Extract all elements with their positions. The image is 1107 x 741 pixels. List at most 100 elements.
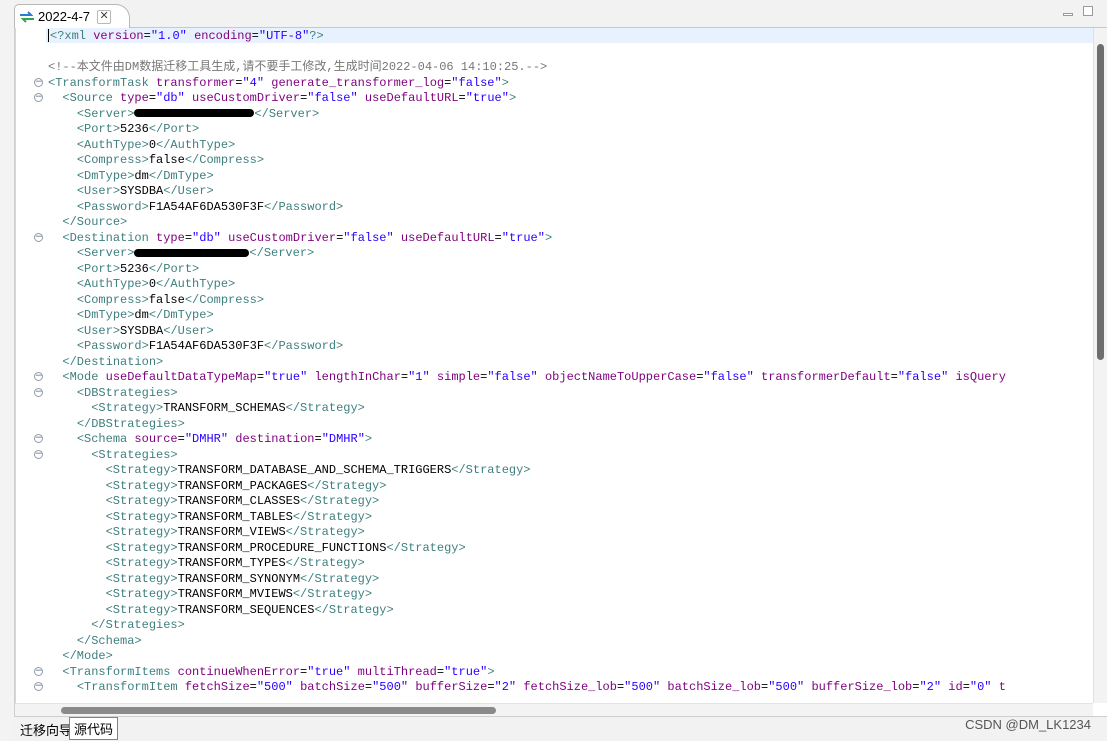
fold-toggle-icon[interactable]: −: [34, 434, 43, 443]
code-token: <Password>: [76, 339, 149, 353]
left-border: [0, 0, 15, 741]
code-token: "true": [444, 664, 488, 679]
code-token: destination: [235, 432, 315, 446]
fold-toggle-icon[interactable]: −: [34, 372, 43, 381]
code-text: <Mode useDefaultDataTypeMap="true" lengt…: [48, 370, 1006, 386]
code-token: TRANSFORM_CLASSES: [177, 494, 301, 508]
code-token: batchSize_lob: [667, 680, 762, 694]
code-token: <Mode: [62, 370, 106, 384]
code-text: <Strategy>TRANSFORM_TABLES</Strategy>: [48, 510, 372, 526]
code-token: "500": [372, 680, 409, 694]
code-token: =: [890, 370, 898, 384]
code-token: "true": [307, 664, 351, 679]
code-text: <AuthType>0</AuthType>: [48, 138, 235, 154]
fold-toggle-icon[interactable]: −: [34, 666, 43, 676]
code-line: <Password>F1A54AF6DA530F3F</Password>: [16, 339, 1094, 355]
code-text: <Port>5236</Port>: [48, 262, 199, 278]
code-token: </Schema>: [76, 633, 142, 648]
fold-toggle-icon[interactable]: −: [34, 682, 43, 691]
code-token: "4": [242, 75, 265, 90]
code-text: <Destination type="db" useCustomDriver="…: [48, 231, 552, 247]
fold-toggle-icon[interactable]: −: [34, 77, 43, 87]
code-text: <Server> </Server>: [48, 107, 319, 123]
code-line: <Strategy>TRANSFORM_PROCEDURE_FUNCTIONS<…: [16, 541, 1094, 557]
code-token: <Schema: [76, 432, 135, 446]
code-token: "2": [919, 680, 942, 694]
code-token: =: [184, 230, 193, 245]
code-line: <DmType>dm</DmType>: [16, 308, 1094, 324]
horizontal-scroll-thumb[interactable]: [61, 707, 496, 714]
code-token: useDefaultDataTypeMap: [105, 370, 257, 384]
code-text: <TransformItem fetchSize="500" batchSize…: [48, 680, 1006, 696]
code-text: <Password>F1A54AF6DA530F3F</Password>: [48, 200, 343, 216]
tab-migration-wizard[interactable]: 迁移向导: [16, 718, 76, 740]
code-token: <!--本文件由DM数据迁移工具生成,请不要手工修改,生成时间2022-04-0…: [48, 60, 548, 74]
code-token: <Port>: [76, 122, 121, 136]
vertical-scrollbar[interactable]: [1093, 28, 1107, 703]
code-token: "false": [343, 230, 394, 245]
code-token: TRANSFORM_SEQUENCES: [177, 602, 315, 617]
tab-source-code[interactable]: 源代码: [69, 717, 119, 740]
code-token: transformerDefault: [761, 370, 891, 384]
code-text: <Strategy>TRANSFORM_TYPES</Strategy>: [48, 556, 365, 572]
fold-toggle-icon[interactable]: −: [34, 93, 43, 102]
code-token: useCustomDriver: [192, 91, 301, 105]
minimize-icon[interactable]: [1063, 13, 1073, 16]
code-token: "500": [768, 680, 805, 694]
code-token: =: [458, 91, 466, 105]
fold-toggle-icon[interactable]: −: [34, 387, 43, 397]
code-token: TRANSFORM_SCHEMAS: [163, 401, 286, 415]
code-token: </Strategy>: [300, 494, 380, 508]
code-token: "500": [256, 680, 293, 694]
code-token: TRANSFORM_MVIEWS: [177, 587, 293, 601]
code-line: <Strategy>TRANSFORM_SCHEMAS</Strategy>: [16, 401, 1094, 417]
code-text: <?xml version="1.0" encoding="UTF-8"?>: [48, 29, 324, 45]
code-text: <TransformTask transformer="4" generate_…: [48, 76, 509, 92]
code-token: </Destination>: [62, 354, 164, 369]
maximize-icon[interactable]: [1083, 6, 1093, 16]
code-token: </Compress>: [184, 153, 265, 167]
code-token: <Strategy>: [105, 494, 178, 508]
code-text: <Strategies>: [48, 448, 177, 464]
code-line: <Strategy>TRANSFORM_VIEWS</Strategy>: [16, 525, 1094, 541]
fold-toggle-icon[interactable]: −: [34, 449, 43, 459]
code-text: <Strategy>TRANSFORM_PACKAGES</Strategy>: [48, 479, 387, 495]
tab-title: 2022-4-7: [38, 9, 91, 24]
code-token: continueWhenError: [177, 664, 301, 679]
code-token: source: [134, 432, 178, 446]
code-line: <Strategy>TRANSFORM_SEQUENCES</Strategy>: [16, 603, 1094, 619]
horizontal-scrollbar[interactable]: [15, 703, 1093, 716]
code-token: <Server>: [76, 246, 135, 260]
code-text: <DBStrategies>: [48, 386, 178, 402]
code-token: </Strategy>: [285, 556, 365, 570]
watermark: CSDN @DM_LK1234: [965, 717, 1091, 732]
source-editor[interactable]: <?xml version="1.0" encoding="UTF-8"?> <!…: [15, 28, 1094, 703]
code-lines: <?xml version="1.0" encoding="UTF-8"?> <!…: [16, 29, 1094, 696]
code-line: <Strategy>TRANSFORM_MVIEWS</Strategy>: [16, 587, 1094, 603]
code-line: <Strategy>TRANSFORM_TYPES</Strategy>: [16, 556, 1094, 572]
code-token: "false": [307, 91, 358, 105]
code-token: encoding: [194, 29, 252, 43]
tab-file[interactable]: 2022-4-7 ✕: [14, 4, 130, 28]
code-line: </Mode>: [16, 649, 1094, 665]
code-token: xml: [64, 29, 94, 43]
vertical-scroll-thumb[interactable]: [1097, 44, 1104, 360]
close-icon[interactable]: ✕: [97, 9, 112, 24]
fold-toggle-icon[interactable]: −: [34, 232, 43, 242]
code-token: 5236: [120, 261, 149, 276]
code-line: <Server> </Server>: [16, 246, 1094, 262]
code-line: <Server> </Server>: [16, 107, 1094, 123]
code-token: </Mode>: [62, 649, 113, 663]
code-line: <User>SYSDBA</User>: [16, 324, 1094, 340]
code-text: <User>SYSDBA</User>: [48, 324, 214, 340]
code-token: "db": [192, 230, 221, 245]
code-text: <User>SYSDBA</User>: [48, 184, 214, 200]
code-text: <Strategy>TRANSFORM_SEQUENCES</Strategy>: [48, 603, 394, 619]
